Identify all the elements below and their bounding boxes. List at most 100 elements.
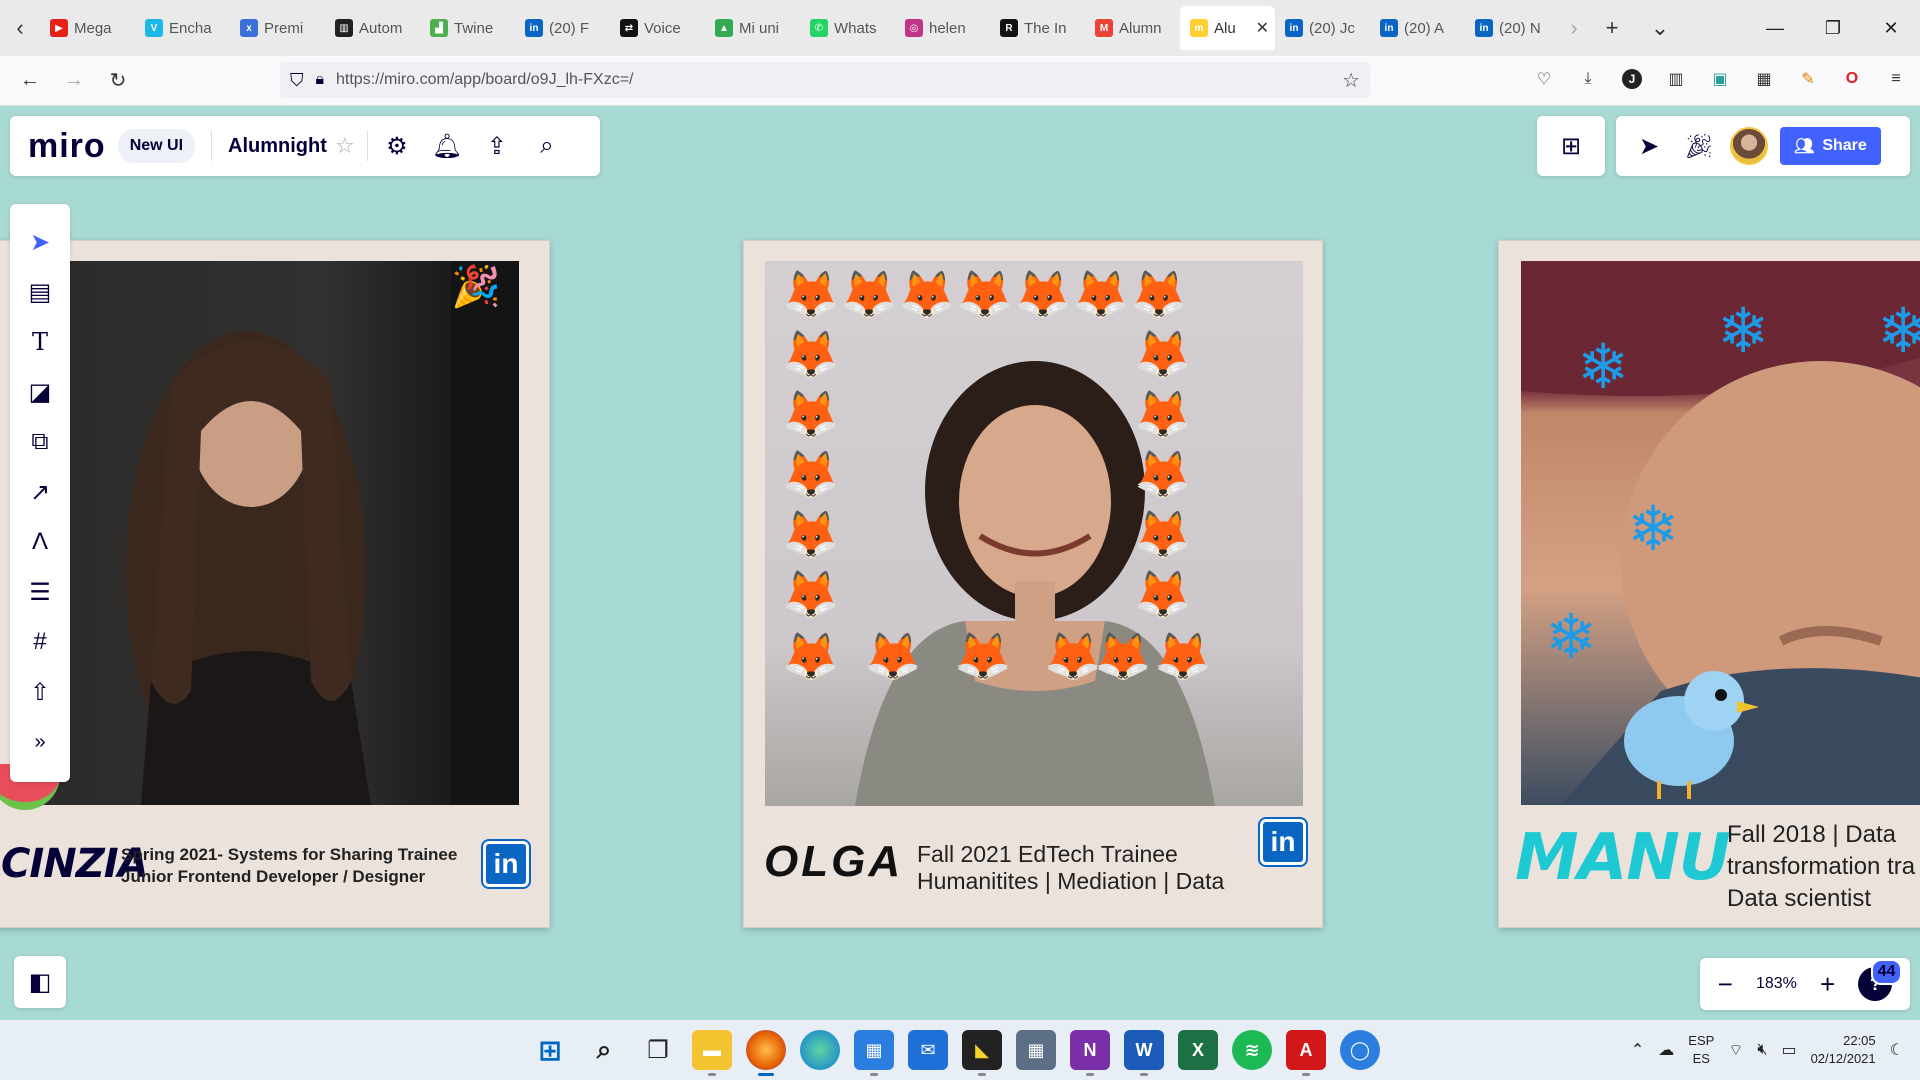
fox-sticker[interactable]: 🦊: [1134, 451, 1191, 497]
browser-tab[interactable]: ▥ Autom: [325, 6, 420, 50]
cursor-follow-icon[interactable]: ➤: [1630, 127, 1668, 165]
fox-sticker[interactable]: 🦊: [1014, 271, 1071, 317]
grid-extension-icon[interactable]: ▦: [1750, 64, 1778, 94]
close-tab-icon[interactable]: ✕: [1256, 18, 1269, 38]
fox-sticker[interactable]: 🦊: [782, 271, 839, 317]
onenote-icon[interactable]: N: [1070, 1030, 1110, 1076]
fox-sticker[interactable]: 🦊: [782, 331, 839, 377]
share-button[interactable]: 👥︎ Share: [1780, 127, 1881, 165]
calculator-icon[interactable]: ▦: [1016, 1030, 1056, 1070]
reactions-icon[interactable]: 🎉︎: [1680, 127, 1718, 165]
language-indicator[interactable]: ESP ES: [1688, 1032, 1714, 1068]
save-extension-icon[interactable]: ▣: [1706, 64, 1734, 94]
snowflake-sticker[interactable]: ❄: [1877, 301, 1920, 363]
confetti-sticker[interactable]: 🎉: [451, 267, 501, 307]
list-all-tabs-icon[interactable]: ⌄: [1636, 0, 1684, 56]
fox-sticker[interactable]: 🦊: [782, 633, 839, 679]
snowflake-sticker[interactable]: ❄: [1717, 301, 1769, 363]
zoom-in-button[interactable]: +: [1820, 969, 1835, 1000]
text-icon[interactable]: T: [20, 322, 60, 362]
menu-icon[interactable]: ≡: [1882, 64, 1910, 94]
frame-icon[interactable]: #: [20, 622, 60, 662]
select-cursor-icon[interactable]: ➤: [20, 222, 60, 262]
more-tools-icon[interactable]: »: [20, 722, 60, 762]
connection-line-icon[interactable]: ↗: [20, 472, 60, 512]
fox-sticker[interactable]: 🦊: [782, 451, 839, 497]
help-button[interactable]: ?44: [1858, 959, 1903, 1001]
browser-tab[interactable]: ⇄ Voice: [610, 6, 705, 50]
sticky-notes-icon[interactable]: ◣: [962, 1030, 1002, 1076]
star-icon[interactable]: ☆: [327, 121, 363, 171]
clock[interactable]: 22:05 02/12/2021: [1811, 1032, 1876, 1068]
close-window-button[interactable]: ✕: [1862, 0, 1920, 56]
pocket-icon[interactable]: ♡: [1530, 64, 1558, 94]
tab-scroll-left-icon[interactable]: ‹: [0, 0, 40, 56]
file-explorer-icon[interactable]: ▬: [692, 1030, 732, 1076]
fox-sticker[interactable]: 🦊: [782, 511, 839, 557]
spotify-icon[interactable]: ≋: [1232, 1030, 1272, 1070]
browser-tab[interactable]: m Alu ✕: [1180, 6, 1275, 50]
upload-icon[interactable]: ⇧: [20, 672, 60, 712]
edge-icon[interactable]: [800, 1030, 840, 1070]
fox-sticker[interactable]: 🦊: [782, 391, 839, 437]
linkedin-icon[interactable]: in: [483, 841, 529, 887]
fox-sticker[interactable]: 🦊: [1154, 633, 1211, 679]
browser-tab[interactable]: x Premi: [230, 6, 325, 50]
browser-tab[interactable]: ▶ Mega: [40, 6, 135, 50]
fox-sticker[interactable]: 🦊: [1072, 271, 1129, 317]
calendar-icon[interactable]: ▦: [854, 1030, 894, 1076]
fox-sticker[interactable]: 🦊: [954, 633, 1011, 679]
card-manu[interactable]: ❄ ❄ ❄ ❄ ❄ MANU Fall 2018 | Data transfor…: [1498, 240, 1920, 928]
restore-window-button[interactable]: ❐: [1804, 0, 1862, 56]
battery-icon[interactable]: ▭: [1781, 1040, 1796, 1060]
fox-sticker[interactable]: 🦊: [1134, 331, 1191, 377]
fox-sticker[interactable]: 🦊: [1094, 633, 1151, 679]
lock-icon[interactable]: 🔒︎: [316, 71, 325, 89]
firefox-icon[interactable]: [746, 1030, 786, 1076]
fox-sticker[interactable]: 🦊: [1134, 391, 1191, 437]
apps-button[interactable]: ⊞: [1537, 116, 1605, 176]
tab-scroll-right-icon[interactable]: ›: [1560, 0, 1588, 56]
windows-start-icon[interactable]: ⊞: [530, 1030, 570, 1070]
mail-icon[interactable]: ✉: [908, 1030, 948, 1070]
word-icon[interactable]: W: [1124, 1030, 1164, 1076]
zoom-level[interactable]: 183%: [1756, 975, 1797, 993]
miro-logo[interactable]: miro: [28, 127, 106, 166]
export-upload-icon[interactable]: ⇪: [472, 121, 522, 171]
fox-sticker[interactable]: 🦊: [898, 271, 955, 317]
settings-gear-icon[interactable]: ⚙: [372, 121, 422, 171]
acrobat-icon[interactable]: A: [1286, 1030, 1326, 1076]
browser-tab[interactable]: in (20) F: [515, 6, 610, 50]
fox-sticker[interactable]: 🦊: [1134, 571, 1191, 617]
task-view-icon[interactable]: ❐: [638, 1030, 678, 1070]
browser-tab[interactable]: V Encha: [135, 6, 230, 50]
fox-sticker[interactable]: 🦊: [1134, 511, 1191, 557]
fox-sticker[interactable]: 🦊: [782, 571, 839, 617]
browser-tab[interactable]: in (20) N: [1465, 6, 1560, 50]
pen-icon[interactable]: Λ: [20, 522, 60, 562]
browser-tab[interactable]: ◎ helen: [895, 6, 990, 50]
fox-sticker[interactable]: 🦊: [1130, 271, 1187, 317]
browser-tab[interactable]: in (20) Jc: [1275, 6, 1370, 50]
linkedin-icon[interactable]: in: [1260, 819, 1306, 865]
chat-app-icon[interactable]: ◯: [1340, 1030, 1380, 1070]
board-name[interactable]: Alumnight: [228, 135, 327, 158]
minimize-window-button[interactable]: —: [1746, 0, 1804, 56]
avatar[interactable]: [1730, 127, 1768, 165]
bookmark-star-icon[interactable]: ☆: [1342, 68, 1360, 93]
excel-icon[interactable]: X: [1178, 1030, 1218, 1070]
fox-sticker[interactable]: 🦊: [1044, 633, 1101, 679]
card-olga[interactable]: 🦊 🦊 🦊 🦊 🦊 🦊 🦊 🦊 🦊 🦊 🦊 🦊 🦊 🦊 🦊 🦊 🦊 🦊 🦊 🦊 🦊 🦊 🦊 OLGA Fall 2021 E…: [743, 240, 1323, 928]
new-ui-badge[interactable]: New UI: [117, 129, 196, 163]
show-hidden-icons-icon[interactable]: ⌃: [1631, 1040, 1644, 1060]
volume-muted-icon[interactable]: 🔇︎: [1757, 1041, 1767, 1059]
address-bar[interactable]: ⛉ 🔒︎ https://miro.com/app/board/o9J_lh-F…: [280, 62, 1370, 98]
browser-tab[interactable]: ▲ Mi uni: [705, 6, 800, 50]
onedrive-icon[interactable]: ☁: [1658, 1040, 1674, 1060]
browser-tab[interactable]: M Alumn: [1085, 6, 1180, 50]
joplin-extension-icon[interactable]: J: [1618, 64, 1646, 94]
comment-icon[interactable]: ☰: [20, 572, 60, 612]
shapes-icon[interactable]: ⧉: [20, 422, 60, 462]
forward-button[interactable]: →: [52, 56, 96, 106]
opera-extension-icon[interactable]: O: [1838, 64, 1866, 94]
